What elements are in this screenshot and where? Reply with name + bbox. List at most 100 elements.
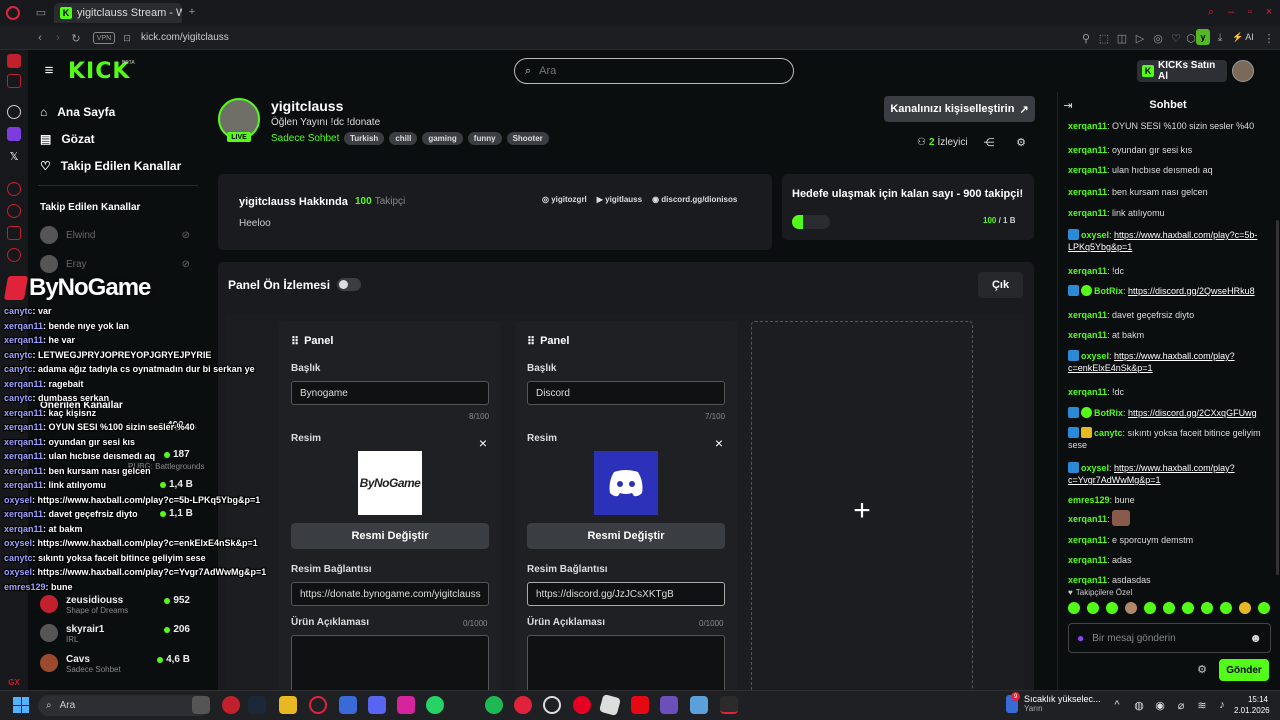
url-text[interactable]: kick.com/yigitclauss [141,32,229,43]
chat-username[interactable]: xerqan11 [1068,165,1107,175]
back-icon[interactable]: ‹ [34,31,46,45]
snapshot-icon[interactable]: ⬚ [1098,31,1110,45]
pin-icon[interactable]: ⚲ [1080,31,1092,45]
customize-channel-button[interactable]: Kanalınızı kişiselleştirin ↗ [884,96,1035,122]
emote-icon[interactable] [1163,602,1175,614]
emoji-icon[interactable]: ☻ [1249,631,1262,645]
search-box[interactable]: ⌕ [514,58,794,84]
close-window-icon[interactable]: × [1262,5,1276,19]
social-link-instagram[interactable]: ◎ yigitozgrl [542,195,587,204]
chatgpt-taskbar-icon[interactable] [543,696,561,714]
chat-input[interactable]: Bir mesaj gönderin [1092,633,1175,644]
exit-button[interactable]: Çık [978,272,1023,298]
social-link-discord[interactable]: ◉ discord.gg/dionisos [652,195,737,204]
chat-username[interactable]: xerqan11 [1068,330,1107,340]
emote-icon[interactable] [1201,602,1213,614]
chat-username[interactable]: emres129 [1068,495,1110,505]
change-image-button[interactable]: Resmi Değiştir [527,523,725,549]
twitch-icon[interactable] [7,127,21,141]
pinterest-icon[interactable] [573,696,591,714]
emote-icon[interactable] [1239,602,1251,614]
opera-gx-taskbar-icon[interactable] [222,696,240,714]
menu-icon[interactable]: ⋮ [1264,31,1275,45]
store-icon[interactable] [339,696,357,714]
hamburger-menu-icon[interactable]: ≡ [42,62,56,79]
share-icon[interactable]: ⋲ [983,136,995,149]
opera-logo-icon[interactable] [6,6,20,20]
opera-messenger-icon[interactable] [7,54,21,68]
chat-username[interactable]: BotRix [1094,286,1123,296]
browser-tab[interactable]: K yigitclauss Stream - Watch × [54,3,182,23]
emote-icon[interactable] [1144,602,1156,614]
nav-item-browse[interactable]: ▤ Gözat [40,132,95,146]
tag[interactable]: gaming [422,132,463,145]
windows-start-icon[interactable] [13,697,29,713]
profile-avatar[interactable]: y [1196,29,1210,45]
network-app-icon[interactable] [690,696,708,714]
opera-taskbar-icon[interactable] [309,696,327,714]
steam-tray-icon[interactable]: ◍ [1133,699,1145,712]
nvidia-tray-icon[interactable]: ⌀ [1175,699,1187,712]
instagram-taskbar-icon[interactable] [397,696,415,714]
discord-taskbar-icon[interactable] [368,696,386,714]
aria-ai-button[interactable]: ⚡ AI [1232,32,1254,43]
tag[interactable]: chill [389,132,418,145]
chat-username[interactable]: xerqan11 [1068,514,1107,524]
user-settings-icon[interactable]: ⚙ [1015,136,1027,149]
chat-username[interactable]: oxysel [1081,463,1109,473]
remove-image-icon[interactable]: × [713,435,725,451]
chat-username[interactable]: xerqan11 [1068,121,1107,131]
user-avatar[interactable] [1232,60,1254,82]
forward-icon[interactable]: › [52,31,64,45]
kicks-buy-button[interactable]: K KICKs Satın Al [1137,60,1227,82]
discord-tray-icon[interactable]: ◉ [1154,699,1166,712]
tray-chevron-icon[interactable]: ^ [1111,699,1123,711]
image-link-input[interactable]: https://discord.gg/JzJCsXKTgB [527,582,725,606]
panel-preview-toggle[interactable] [337,278,361,291]
recommended-channel-row[interactable]: skyrair1 IRL 206 [40,624,190,644]
emote-icon[interactable] [1258,602,1270,614]
title-input[interactable]: Discord [527,381,725,405]
spotify-icon[interactable] [485,696,503,714]
netflix-icon[interactable] [631,696,649,714]
chat-username[interactable]: BotRix [1094,408,1123,418]
emote-icon[interactable] [1220,602,1232,614]
chat-username[interactable]: xerqan11 [1068,387,1107,397]
maximize-icon[interactable]: ▫ [1243,5,1257,19]
emote-icon[interactable] [1125,602,1137,614]
vpn-badge[interactable]: VPN [93,32,115,44]
shield-icon[interactable]: ◫ [1116,31,1128,45]
microphone-icon[interactable]: ● [1077,631,1084,645]
chatgpt-icon[interactable] [7,105,21,119]
search-icon[interactable]: ⌕ [1204,5,1218,19]
chat-username[interactable]: oxysel [1081,230,1109,240]
recommended-channel-row[interactable]: Cavs Sadece Sohbet 4,6 B [40,654,190,674]
maps-icon[interactable] [7,74,21,88]
taskbar-search[interactable]: ⌕ Ara [38,695,210,716]
youtube-music-icon[interactable] [514,696,532,714]
chat-username[interactable]: xerqan11 [1068,555,1107,565]
emote-icon[interactable] [1087,602,1099,614]
chat-username[interactable]: xerqan11 [1068,187,1107,197]
file-explorer-icon[interactable] [279,696,297,714]
download-icon[interactable]: ⤓ [1214,31,1226,45]
new-tab-icon[interactable]: + [186,5,198,19]
followed-channel-row[interactable]: Elwind ⊘ [40,226,190,244]
recommended-channel-row[interactable]: zeusidiouss Shape of Dreams 952 [40,595,190,615]
minimize-icon[interactable]: – [1224,5,1238,19]
chat-username[interactable]: canytc [1094,428,1123,438]
settings-icon[interactable] [7,248,21,262]
volume-icon[interactable]: ♪ [1216,699,1228,711]
tag[interactable]: Turkish [344,132,385,145]
description-textarea[interactable] [527,635,725,695]
camera-icon[interactable]: ◎ [1152,31,1164,45]
chat-input-box[interactable]: ● Bir mesaj gönderin ☻ [1068,623,1271,653]
tag[interactable]: funny [467,132,502,145]
player-sidebar-icon[interactable] [7,182,21,196]
x-twitter-icon[interactable]: 𝕏 [7,149,21,163]
taskbar-clock[interactable]: 15:14 2.01.2026 [1234,694,1270,716]
send-button[interactable]: Gönder [1219,659,1269,681]
add-panel-button[interactable]: + [751,321,973,701]
player-icon[interactable]: ▷ [1134,31,1146,45]
drag-handle-icon[interactable]: ⠿ [527,335,535,348]
